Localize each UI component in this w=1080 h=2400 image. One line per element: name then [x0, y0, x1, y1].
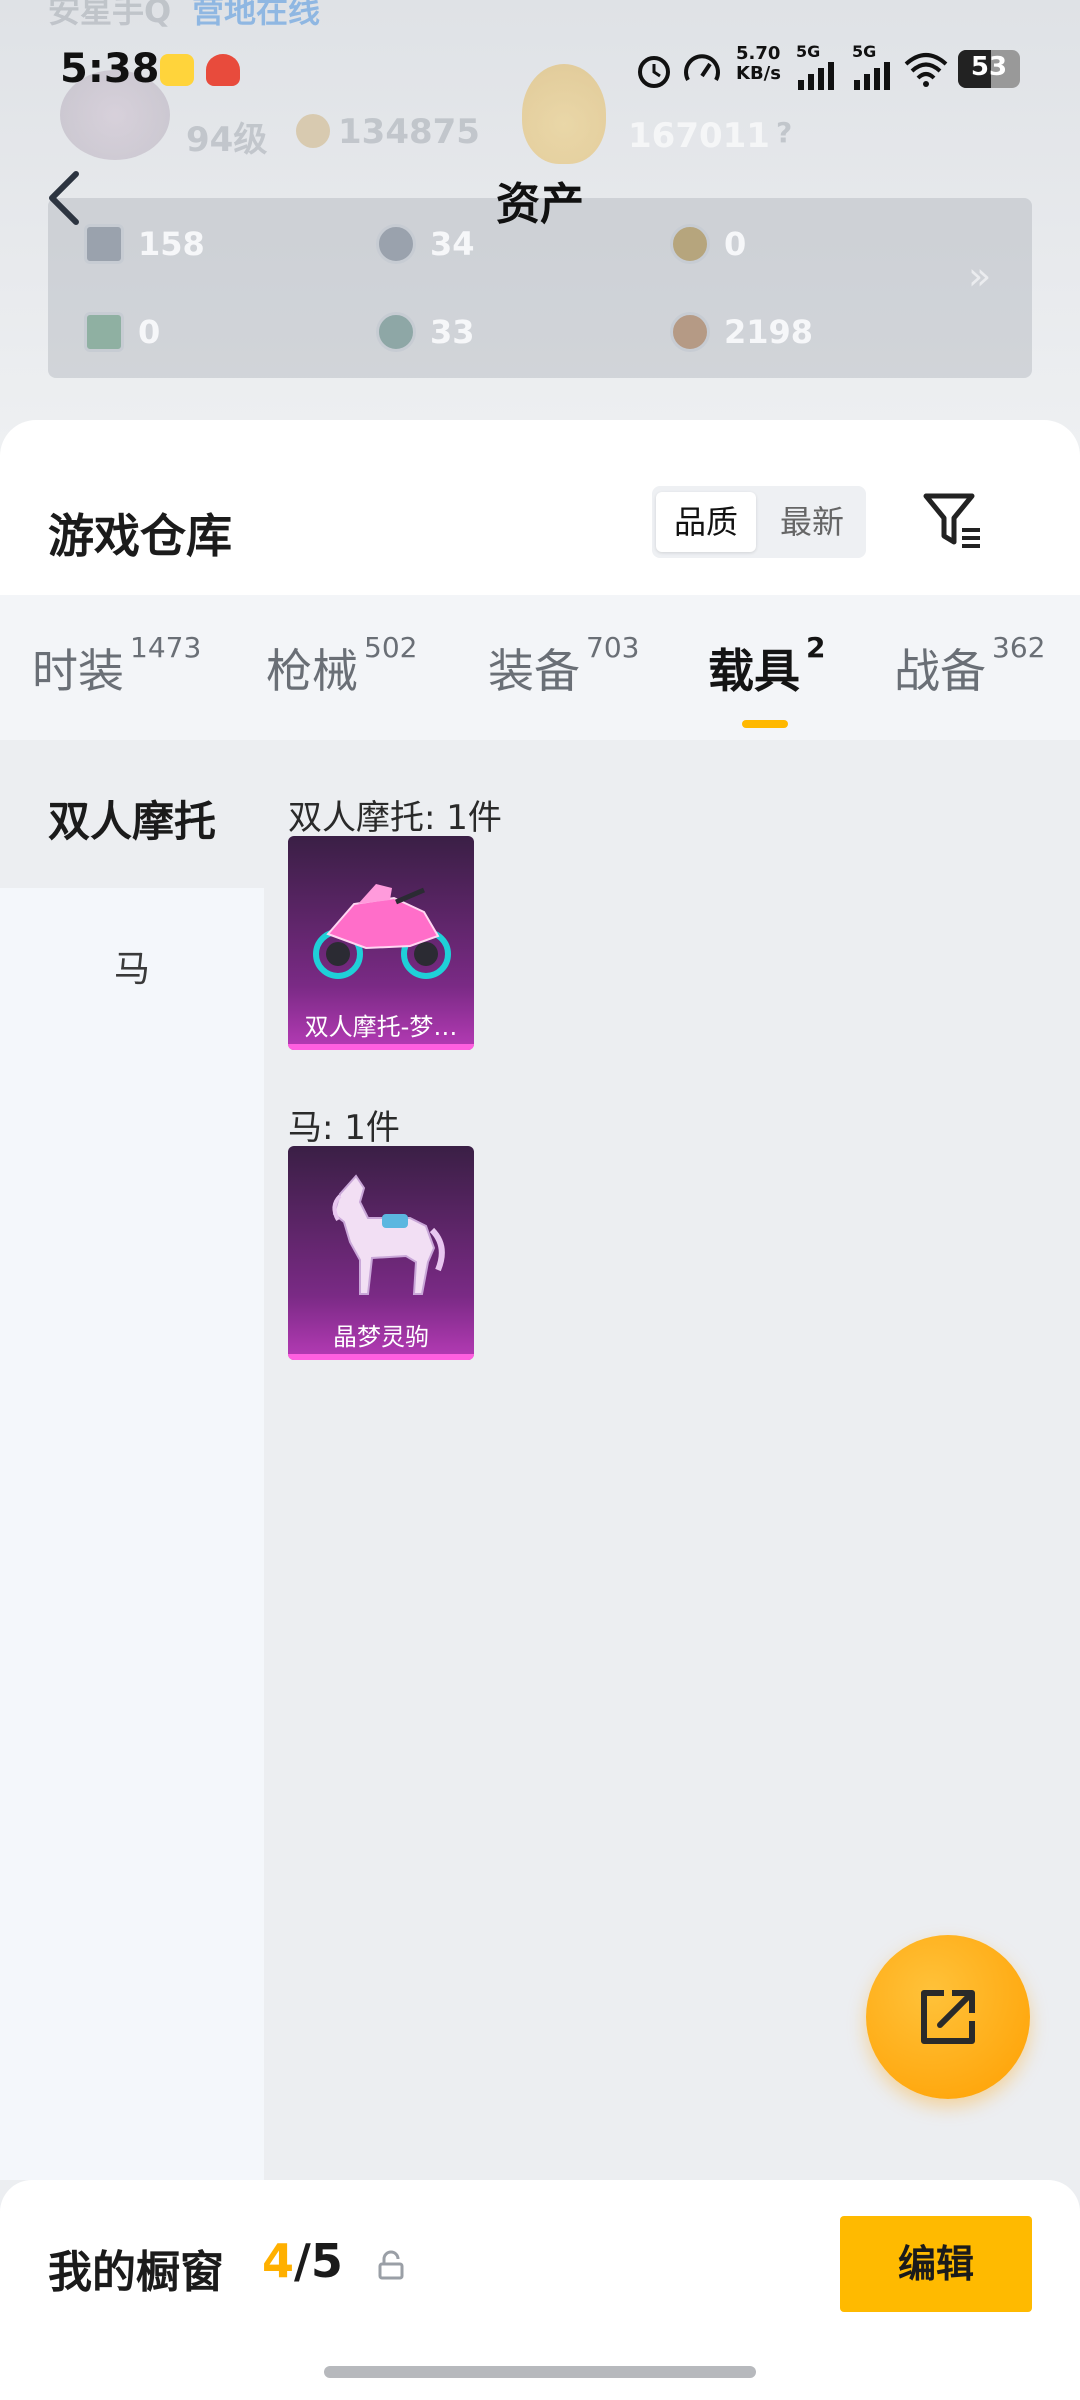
hero-coins: 134875: [338, 112, 480, 152]
item-name: 双人摩托-梦…: [304, 1013, 458, 1041]
tab-count: 2: [806, 631, 826, 664]
category-tabs: 时装 1473 枪械 502 装备 703 载具 2 战备 362: [0, 595, 1080, 740]
coin-icon: [296, 114, 330, 148]
network-speed: 5.70 KB/s: [736, 43, 781, 84]
subcategory-nav: 双人摩托 马: [0, 740, 264, 2180]
app-notification-icon: [160, 54, 194, 86]
motorcycle-icon: [313, 884, 451, 979]
sort-toggle: 品质 最新: [652, 486, 866, 558]
tab-count: 502: [364, 631, 418, 664]
asset-item: 0: [84, 312, 160, 352]
hero-level: 94级: [186, 120, 268, 160]
group-heading: 双人摩托: 1件: [288, 798, 502, 838]
showcase-current: 4: [262, 2234, 295, 2288]
page-title: 资产: [496, 179, 584, 230]
hero-top-left-text: 安星手Q: [48, 0, 172, 30]
app-notification-icon: [206, 54, 240, 86]
quality-bar: [288, 1354, 474, 1360]
tab-label: 载具: [708, 644, 800, 698]
tab-count: 703: [586, 631, 640, 664]
asset-item: 33: [376, 312, 475, 352]
active-tab-indicator: [742, 720, 788, 728]
hero-help: ?: [776, 116, 793, 149]
tab-label: 装备: [488, 644, 580, 698]
tab-supplies[interactable]: 战备 362: [894, 631, 1045, 701]
ticket-icon: [84, 312, 124, 352]
tab-count: 362: [992, 631, 1046, 664]
nav-item-two-person-motorcycle[interactable]: 双人摩托: [0, 740, 264, 888]
showcase-title: 我的橱窗: [48, 2247, 224, 2298]
sort-newest-button[interactable]: 最新: [762, 492, 862, 552]
home-indicator[interactable]: [324, 2366, 756, 2378]
asset-item: 2198: [670, 312, 813, 352]
battery-level: 53: [970, 52, 1008, 82]
alarm-icon: [638, 56, 670, 88]
tab-fashion[interactable]: 时装 1473: [32, 631, 201, 701]
tab-firearms[interactable]: 枪械 502: [266, 631, 417, 701]
tab-label: 时装: [32, 644, 124, 698]
asset-value: 33: [430, 313, 475, 351]
warehouse-sheet: 游戏仓库 品质 最新 时装 1473 枪械 502 装备 703 载具 2 战备 362 …: [0, 420, 1080, 2180]
asset-value: 0: [138, 313, 161, 351]
assets-more-icon[interactable]: »: [968, 254, 991, 298]
tab-label: 战备: [894, 644, 986, 698]
edit-button[interactable]: 编辑: [840, 2216, 1032, 2312]
share-fab-button[interactable]: [866, 1935, 1030, 2099]
quality-bar: [288, 1044, 474, 1050]
status-bar: 5:38 5.70 KB/s 5G 5G 53: [0, 40, 1080, 100]
item-name: 晶梦灵驹: [333, 1323, 429, 1351]
hero-top-right-text: 营地在线: [192, 0, 321, 30]
bronze-coin-icon: [670, 312, 710, 352]
tab-vehicles[interactable]: 载具 2: [708, 631, 825, 701]
network-type-1: 5G: [796, 42, 821, 61]
nav-item-label: 马: [113, 949, 150, 990]
network-type-2: 5G: [852, 42, 877, 61]
item-card-horse[interactable]: 晶梦灵驹: [288, 1146, 474, 1360]
sort-quality-button[interactable]: 品质: [656, 492, 756, 552]
filter-icon[interactable]: [922, 490, 984, 552]
gem-coin-icon: [376, 312, 416, 352]
speed-gauge-icon: [684, 54, 720, 81]
signal-icon: [798, 62, 834, 90]
warehouse-title: 游戏仓库: [48, 509, 232, 563]
signal-icon: [854, 62, 890, 90]
showcase-total: /5: [294, 2234, 343, 2288]
wifi-icon: [904, 53, 948, 87]
item-card-motorcycle[interactable]: 双人摩托-梦…: [288, 836, 474, 1050]
showcase-count: 4/5: [262, 2234, 343, 2288]
asset-value: 2198: [724, 313, 814, 351]
status-time: 5:38: [60, 46, 160, 92]
lock-icon: [378, 2250, 404, 2280]
tab-label: 枪械: [266, 644, 358, 698]
hero-score: 167011: [628, 116, 770, 156]
tab-equipment[interactable]: 装备 703: [488, 631, 639, 701]
export-icon: [921, 1990, 975, 2044]
group-heading: 马: 1件: [288, 1108, 400, 1148]
tab-count: 1473: [130, 631, 202, 664]
horse-icon: [332, 1174, 445, 1295]
battery-icon: 53: [958, 50, 1020, 88]
nav-item-label: 双人摩托: [47, 797, 216, 846]
nav-item-horse[interactable]: 马: [0, 888, 264, 1038]
